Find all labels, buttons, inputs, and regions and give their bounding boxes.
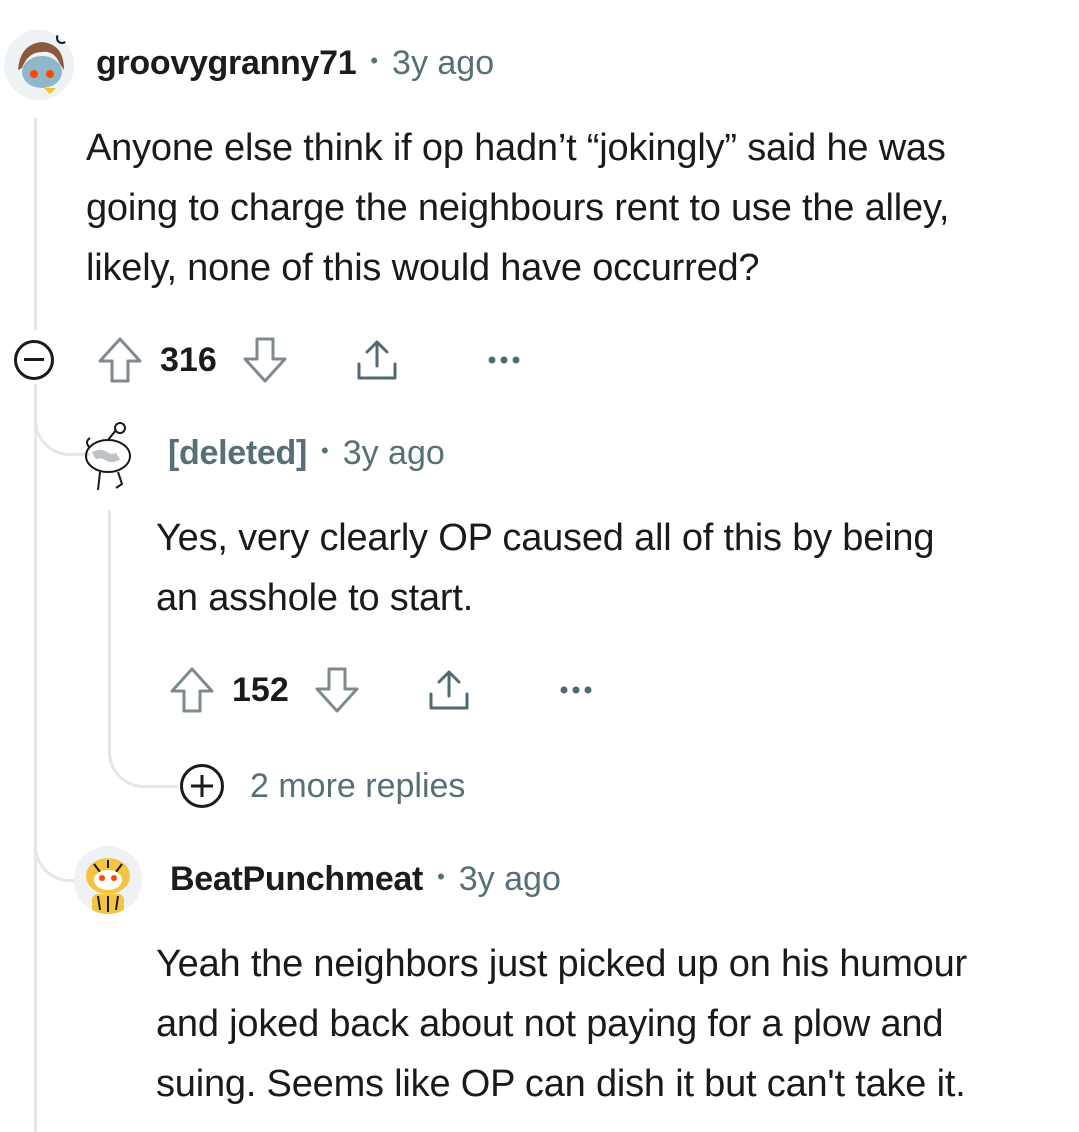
author-name[interactable]: BeatPunchmeat bbox=[170, 860, 423, 899]
meta-separator: • bbox=[437, 864, 445, 889]
vote-score: 316 bbox=[160, 340, 217, 379]
upvote-arrow-icon[interactable] bbox=[96, 335, 144, 385]
more-replies-label: 2 more replies bbox=[250, 766, 466, 805]
comment-body: Yeah the neighbors just picked up on his… bbox=[156, 934, 967, 1114]
comment-meta: groovygranny71 • 3y ago bbox=[96, 44, 494, 83]
more-options-icon[interactable] bbox=[487, 355, 521, 365]
collapse-thread-button[interactable] bbox=[14, 340, 54, 380]
comment-body: Yes, very clearly OP caused all of this … bbox=[156, 508, 934, 628]
upvote-arrow-icon[interactable] bbox=[168, 665, 216, 715]
timestamp: 3y ago bbox=[342, 434, 445, 472]
collapse-minus-icon bbox=[24, 358, 44, 361]
comment-body: Anyone else think if op hadn’t “jokingly… bbox=[86, 118, 949, 298]
timestamp: 3y ago bbox=[458, 860, 561, 898]
avatar[interactable] bbox=[4, 30, 74, 100]
expand-plus-icon bbox=[180, 764, 224, 808]
vote-score: 152 bbox=[232, 670, 289, 709]
thread-connector-beatpunchmeat bbox=[34, 800, 80, 882]
snoo-avatar-tiger-icon bbox=[74, 846, 142, 914]
thread-line-root-top bbox=[34, 118, 37, 330]
comment-line: going to charge the neighbours rent to u… bbox=[86, 187, 950, 229]
more-options-icon[interactable] bbox=[559, 685, 593, 695]
comment-line: likely, none of this would have occurred… bbox=[86, 247, 760, 289]
avatar[interactable] bbox=[74, 846, 142, 914]
author-name: [deleted] bbox=[168, 434, 307, 472]
comment-line: suing. Seems like OP can dish it but can… bbox=[156, 1063, 966, 1105]
comment-line: Anyone else think if op hadn’t “jokingly… bbox=[86, 127, 946, 169]
snoo-avatar-icon bbox=[4, 30, 74, 100]
comment-line: Yes, very clearly OP caused all of this … bbox=[156, 517, 935, 559]
author-name[interactable]: groovygranny71 bbox=[96, 44, 357, 83]
thread-line-root bbox=[34, 384, 37, 1132]
comment-meta: [deleted] • 3y ago bbox=[168, 434, 445, 473]
deleted-snoo-avatar-icon bbox=[85, 422, 131, 491]
downvote-arrow-icon[interactable] bbox=[313, 665, 361, 715]
share-icon[interactable] bbox=[425, 666, 473, 714]
downvote-arrow-icon[interactable] bbox=[241, 335, 289, 385]
comment-line: Yeah the neighbors just picked up on his… bbox=[156, 943, 967, 985]
comment-line: an asshole to start. bbox=[156, 577, 474, 619]
comment-meta: BeatPunchmeat • 3y ago bbox=[170, 860, 561, 899]
meta-separator: • bbox=[320, 438, 329, 463]
comment-line: and joked back about not paying for a pl… bbox=[156, 1003, 944, 1045]
avatar bbox=[78, 418, 140, 494]
timestamp: 3y ago bbox=[392, 44, 495, 82]
comment-actions: 316 bbox=[96, 332, 521, 388]
comment-actions: 152 bbox=[168, 662, 593, 718]
more-replies-button[interactable]: 2 more replies bbox=[180, 762, 465, 810]
share-icon[interactable] bbox=[353, 336, 401, 384]
meta-separator: • bbox=[370, 48, 379, 73]
